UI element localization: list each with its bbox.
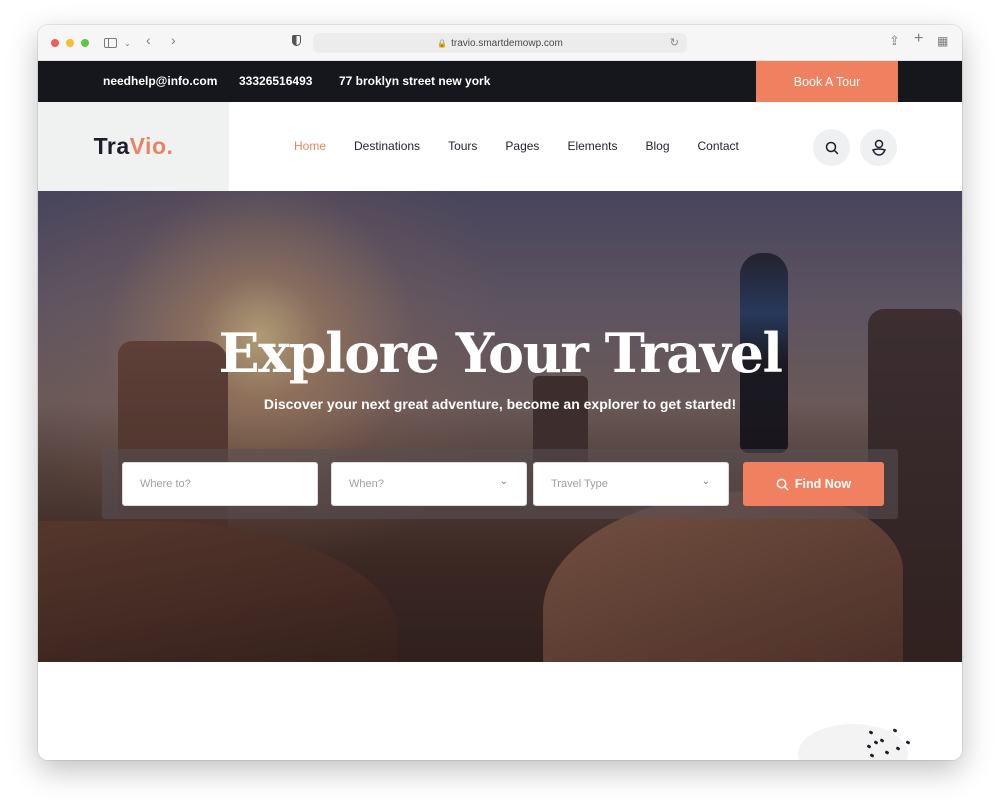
lock-icon: 🔒: [437, 38, 448, 48]
forward-icon[interactable]: ›: [171, 33, 176, 47]
find-now-button[interactable]: Find Now: [743, 462, 884, 506]
tour-search-form: Where to? When? ⌄ Travel Type ⌄ Find Now: [102, 449, 898, 519]
sidebar-toggle-icon[interactable]: [104, 38, 117, 48]
where-to-placeholder: Where to?: [140, 478, 191, 490]
nav-blog[interactable]: Blog: [645, 139, 669, 153]
contact-email[interactable]: needhelp@info.com: [103, 74, 217, 88]
contact-address: 77 broklyn street new york: [339, 74, 491, 88]
hero-content: Explore Your Travel Discover your next g…: [38, 191, 962, 662]
browser-window: ⌄ ‹ › 🔒 travio.smartdemowp.com ↻ ⇪ + ▦ n…: [38, 25, 962, 760]
logo-text-primary: Tra: [93, 133, 130, 159]
hero-subtitle: Discover your next great adventure, beco…: [263, 396, 737, 412]
next-section: [38, 662, 962, 760]
main-nav: Home Destinations Tours Pages Elements B…: [294, 139, 767, 153]
book-a-tour-button[interactable]: Book A Tour: [756, 61, 898, 102]
chevron-down-icon: ⌄: [499, 476, 508, 487]
when-select[interactable]: When? ⌄: [331, 462, 527, 506]
new-tab-icon[interactable]: +: [914, 31, 923, 47]
address-bar[interactable]: 🔒 travio.smartdemowp.com ↻: [313, 33, 687, 53]
search-icon: [825, 141, 838, 154]
travel-type-placeholder: Travel Type: [551, 478, 608, 490]
close-window-button[interactable]: [51, 38, 59, 47]
user-icon: [871, 139, 886, 156]
travel-type-select[interactable]: Travel Type ⌄: [533, 462, 729, 506]
nav-tours[interactable]: Tours: [448, 139, 477, 153]
url-text: travio.smartdemowp.com: [451, 37, 563, 49]
chevron-down-icon: ⌄: [701, 476, 710, 487]
back-icon[interactable]: ‹: [146, 33, 151, 47]
nav-elements[interactable]: Elements: [567, 139, 617, 153]
share-icon[interactable]: ⇪: [889, 34, 900, 48]
search-icon: [776, 478, 789, 490]
contact-phone[interactable]: 33326516493: [239, 74, 312, 88]
top-info-bar: needhelp@info.com 33326516493 77 broklyn…: [38, 61, 962, 102]
logo-text-accent: Vio.: [129, 133, 174, 159]
decorative-dot: [905, 740, 911, 745]
logo-container: TraVio.: [38, 102, 229, 191]
reload-icon[interactable]: ↻: [670, 36, 679, 49]
decorative-blob: [798, 724, 908, 760]
browser-toolbar: ⌄ ‹ › 🔒 travio.smartdemowp.com ↻ ⇪ + ▦: [38, 25, 962, 61]
nav-home[interactable]: Home: [294, 139, 326, 153]
shield-icon[interactable]: [292, 35, 301, 46]
where-to-input[interactable]: Where to?: [122, 462, 318, 506]
when-placeholder: When?: [349, 478, 384, 490]
decorative-dot: [892, 728, 898, 733]
find-now-label: Find Now: [794, 477, 852, 491]
nav-pages[interactable]: Pages: [505, 139, 539, 153]
minimize-window-button[interactable]: [66, 38, 74, 47]
header-account-button[interactable]: [860, 129, 897, 166]
site-logo[interactable]: TraVio.: [94, 133, 174, 160]
maximize-window-button[interactable]: [81, 38, 89, 47]
site-header: TraVio. Home Destinations Tours Pages El…: [38, 102, 962, 191]
tab-overview-icon[interactable]: ▦: [937, 34, 948, 48]
nav-contact[interactable]: Contact: [698, 139, 739, 153]
hero-title: Explore Your Travel: [218, 321, 783, 385]
chevron-down-icon[interactable]: ⌄: [124, 37, 131, 51]
nav-destinations[interactable]: Destinations: [354, 139, 420, 153]
hero-section: Explore Your Travel Discover your next g…: [38, 191, 962, 662]
header-search-button[interactable]: [813, 129, 850, 166]
